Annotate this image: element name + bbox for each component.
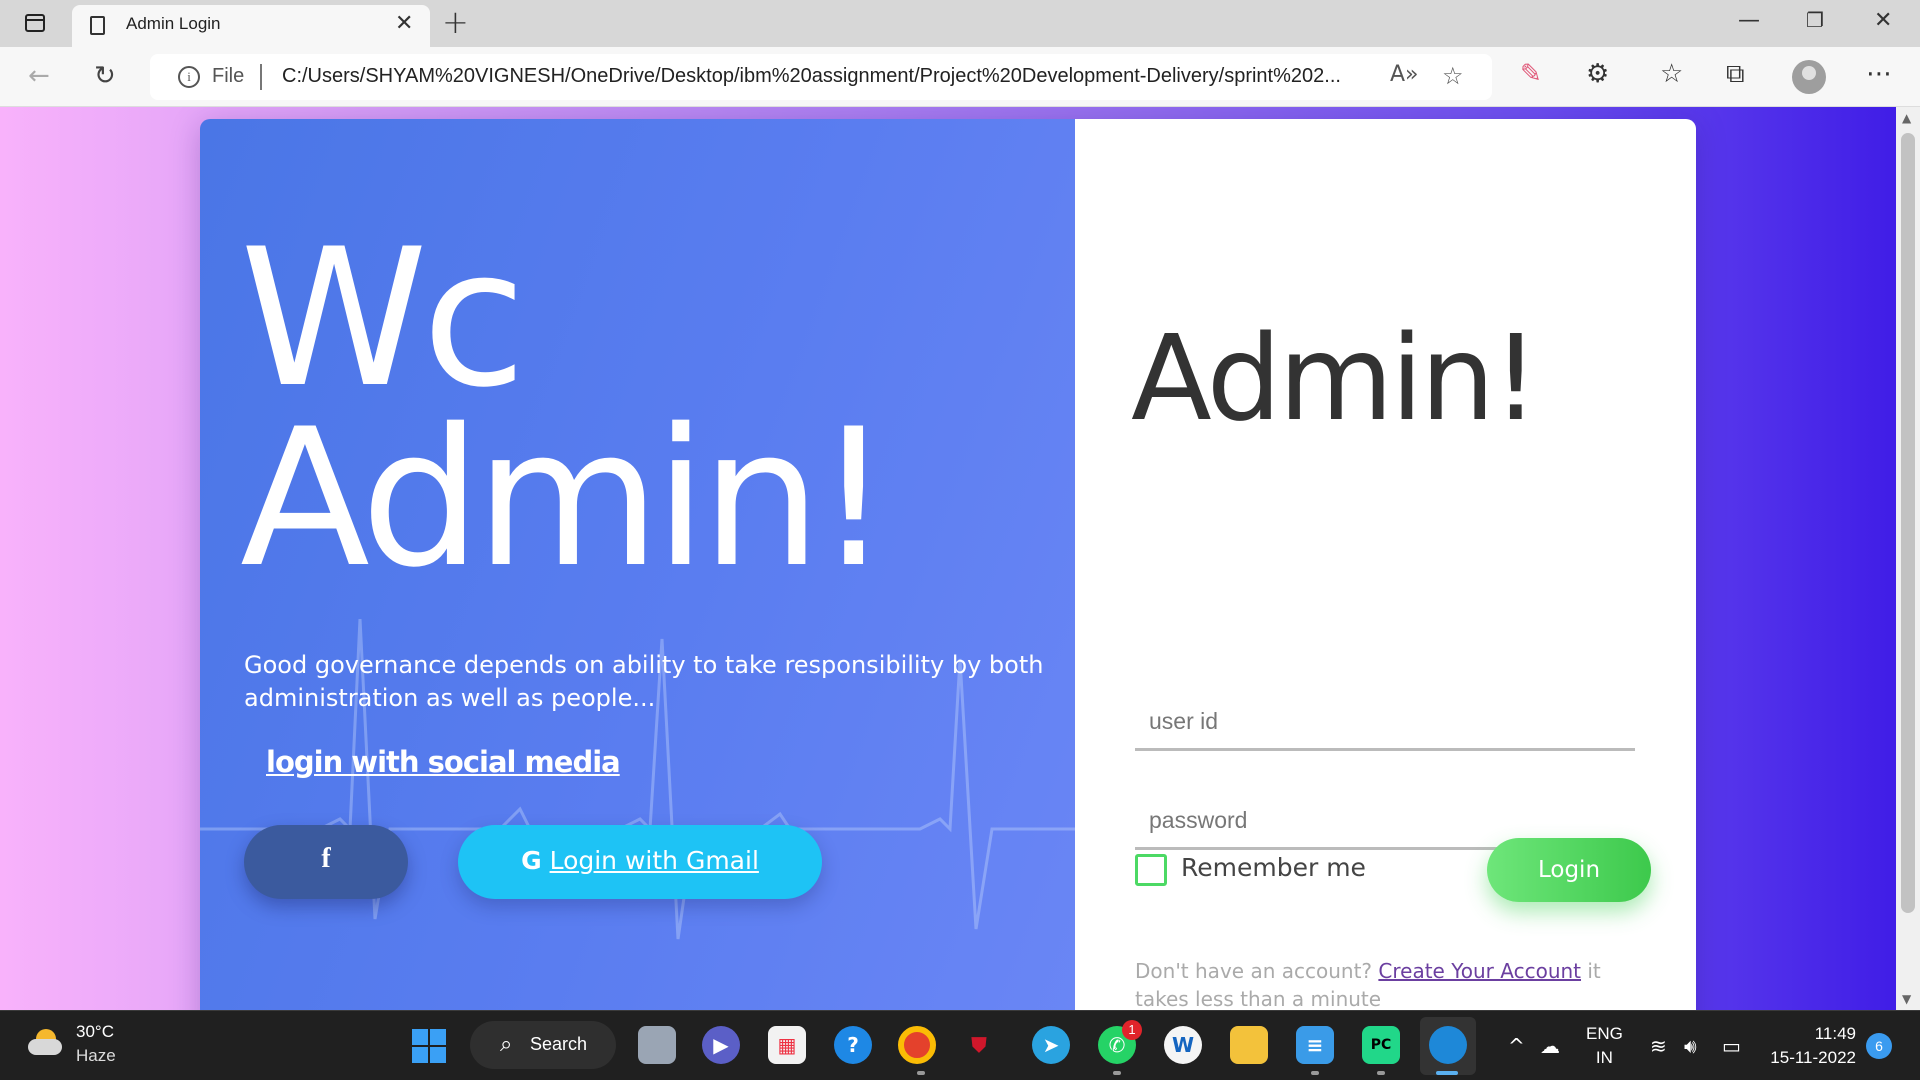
whatsapp-badge: 1 (1122, 1020, 1142, 1040)
store-icon[interactable]: ▦ (768, 1026, 806, 1064)
window-close-icon[interactable]: ✕ (1874, 8, 1892, 33)
active-indicator (1436, 1071, 1458, 1075)
page-icon (90, 16, 105, 35)
clock-date: 15-11-2022 (1770, 1048, 1856, 1067)
language-code: ENG (1586, 1024, 1623, 1043)
clock-time: 11:49 (1814, 1024, 1856, 1043)
signup-prompt: Don't have an account? Create Your Accou… (1135, 957, 1635, 1010)
welcome-heading-line2: Admin! (240, 388, 892, 609)
tab-title: Admin Login (126, 14, 221, 33)
taskbar-search[interactable]: ⌕ Search (470, 1021, 616, 1069)
notification-badge[interactable]: 6 (1866, 1033, 1892, 1059)
restore-icon[interactable]: ❐ (1806, 8, 1824, 32)
info-icon[interactable]: i (178, 66, 200, 88)
weather-icon[interactable] (28, 1029, 62, 1057)
scroll-down-icon[interactable]: ▼ (1902, 992, 1911, 1006)
address-toolbar: ← ↻ i File C:/Users/SHYAM%20VIGNESH/OneD… (0, 47, 1920, 107)
facebook-login-button[interactable]: f (244, 825, 408, 899)
running-indicator (1113, 1071, 1121, 1075)
running-indicator (1377, 1071, 1385, 1075)
more-menu-icon[interactable]: ⋯ (1866, 59, 1892, 89)
chrome-icon[interactable] (898, 1026, 936, 1064)
teams-chat-icon[interactable]: ▶ (702, 1026, 740, 1064)
volume-icon[interactable]: 🔊︎ (1684, 1034, 1697, 1058)
new-tab-icon[interactable]: + (442, 3, 469, 41)
page-viewport: Wc Admin! Good governance depends on abi… (0, 107, 1920, 1010)
extensions-icon[interactable]: ⚙ (1586, 59, 1609, 89)
remember-me-checkbox[interactable] (1135, 854, 1167, 886)
tab-actions-icon[interactable] (20, 11, 50, 35)
battery-icon[interactable]: ▭ (1722, 1034, 1741, 1058)
show-hidden-icons-icon[interactable]: ^ (1508, 1034, 1525, 1058)
signup-text-before: Don't have an account? (1135, 959, 1373, 983)
remember-me-label: Remember me (1181, 853, 1366, 882)
taskbar: 30°C Haze ⌕ Search ▶ ▦ ? ⛊ ➤ ✆ 1 W ≡ PC … (0, 1010, 1920, 1080)
running-indicator (917, 1071, 925, 1075)
scrollbar-thumb[interactable] (1901, 133, 1915, 913)
login-button[interactable]: Login (1487, 838, 1651, 902)
url-text[interactable]: C:/Users/SHYAM%20VIGNESH/OneDrive/Deskto… (282, 65, 1341, 88)
weather-temperature[interactable]: 30°C (76, 1022, 114, 1042)
add-favorite-icon[interactable]: ☆ (1442, 62, 1464, 90)
scroll-up-icon[interactable]: ▲ (1902, 111, 1911, 125)
social-login-link[interactable]: login with social media (266, 745, 621, 779)
edge-icon[interactable] (1429, 1026, 1467, 1064)
running-indicator (1311, 1071, 1319, 1075)
collections-icon[interactable]: ⧉ (1726, 59, 1745, 90)
login-card: Wc Admin! Good governance depends on abi… (200, 119, 1696, 1010)
close-tab-icon[interactable]: ✕ (395, 11, 413, 36)
create-account-link[interactable]: Create Your Account (1378, 959, 1581, 983)
onedrive-icon[interactable]: ☁ (1540, 1034, 1560, 1058)
profile-avatar[interactable] (1792, 60, 1826, 94)
scheme-label: File (212, 65, 245, 87)
pycharm-icon[interactable]: PC (1362, 1026, 1400, 1064)
divider (260, 64, 262, 90)
welcome-heading-line1: Wc (240, 208, 526, 429)
login-form-panel: Admin! Remember me Login Don't have an a… (1075, 119, 1696, 1010)
tab-admin-login[interactable]: Admin Login ✕ (72, 5, 430, 47)
back-icon[interactable]: ← (28, 61, 50, 91)
wifi-icon[interactable]: ≋ (1650, 1034, 1667, 1058)
page-scrollbar[interactable]: ▲ ▼ (1896, 107, 1920, 1010)
language-indicator[interactable]: ENG IN (1586, 1022, 1623, 1070)
clock[interactable]: 11:49 15-11-2022 (1766, 1022, 1856, 1070)
language-region: IN (1595, 1048, 1613, 1067)
login-heading: Admin! (1131, 309, 1539, 447)
facebook-icon: f (321, 843, 331, 874)
user-id-input[interactable] (1135, 695, 1635, 751)
gmail-login-button[interactable]: G Login with Gmail (458, 825, 822, 899)
telegram-icon[interactable]: ➤ (1032, 1026, 1070, 1064)
word-app-icon[interactable]: W (1164, 1026, 1202, 1064)
read-aloud-icon[interactable]: A» (1390, 62, 1419, 87)
mcafee-icon[interactable]: ⛊ (960, 1026, 998, 1064)
favorites-icon[interactable]: ☆ (1660, 59, 1683, 89)
tips-icon[interactable]: ? (834, 1026, 872, 1064)
color-picker-icon[interactable]: ✎ (1520, 59, 1542, 89)
search-icon: ⌕ (500, 1031, 513, 1056)
file-explorer-icon[interactable] (1230, 1026, 1268, 1064)
tagline: Good governance depends on ability to ta… (244, 651, 1044, 712)
gmail-login-label: Login with Gmail (549, 846, 759, 875)
welcome-panel: Wc Admin! Good governance depends on abi… (200, 119, 1075, 1010)
notepad-icon[interactable]: ≡ (1296, 1026, 1334, 1064)
address-bar[interactable]: i File C:/Users/SHYAM%20VIGNESH/OneDrive… (150, 54, 1492, 100)
refresh-icon[interactable]: ↻ (94, 61, 116, 91)
start-icon[interactable] (412, 1029, 446, 1063)
task-view-icon[interactable] (638, 1026, 676, 1064)
weather-condition[interactable]: Haze (76, 1046, 116, 1066)
minimize-icon[interactable]: — (1738, 8, 1760, 33)
google-icon: G (521, 846, 542, 875)
browser-tab-bar: Admin Login ✕ + — ❐ ✕ (0, 0, 1920, 47)
search-label: Search (530, 1034, 588, 1054)
welcome-heading: Wc Admin! (240, 208, 892, 609)
